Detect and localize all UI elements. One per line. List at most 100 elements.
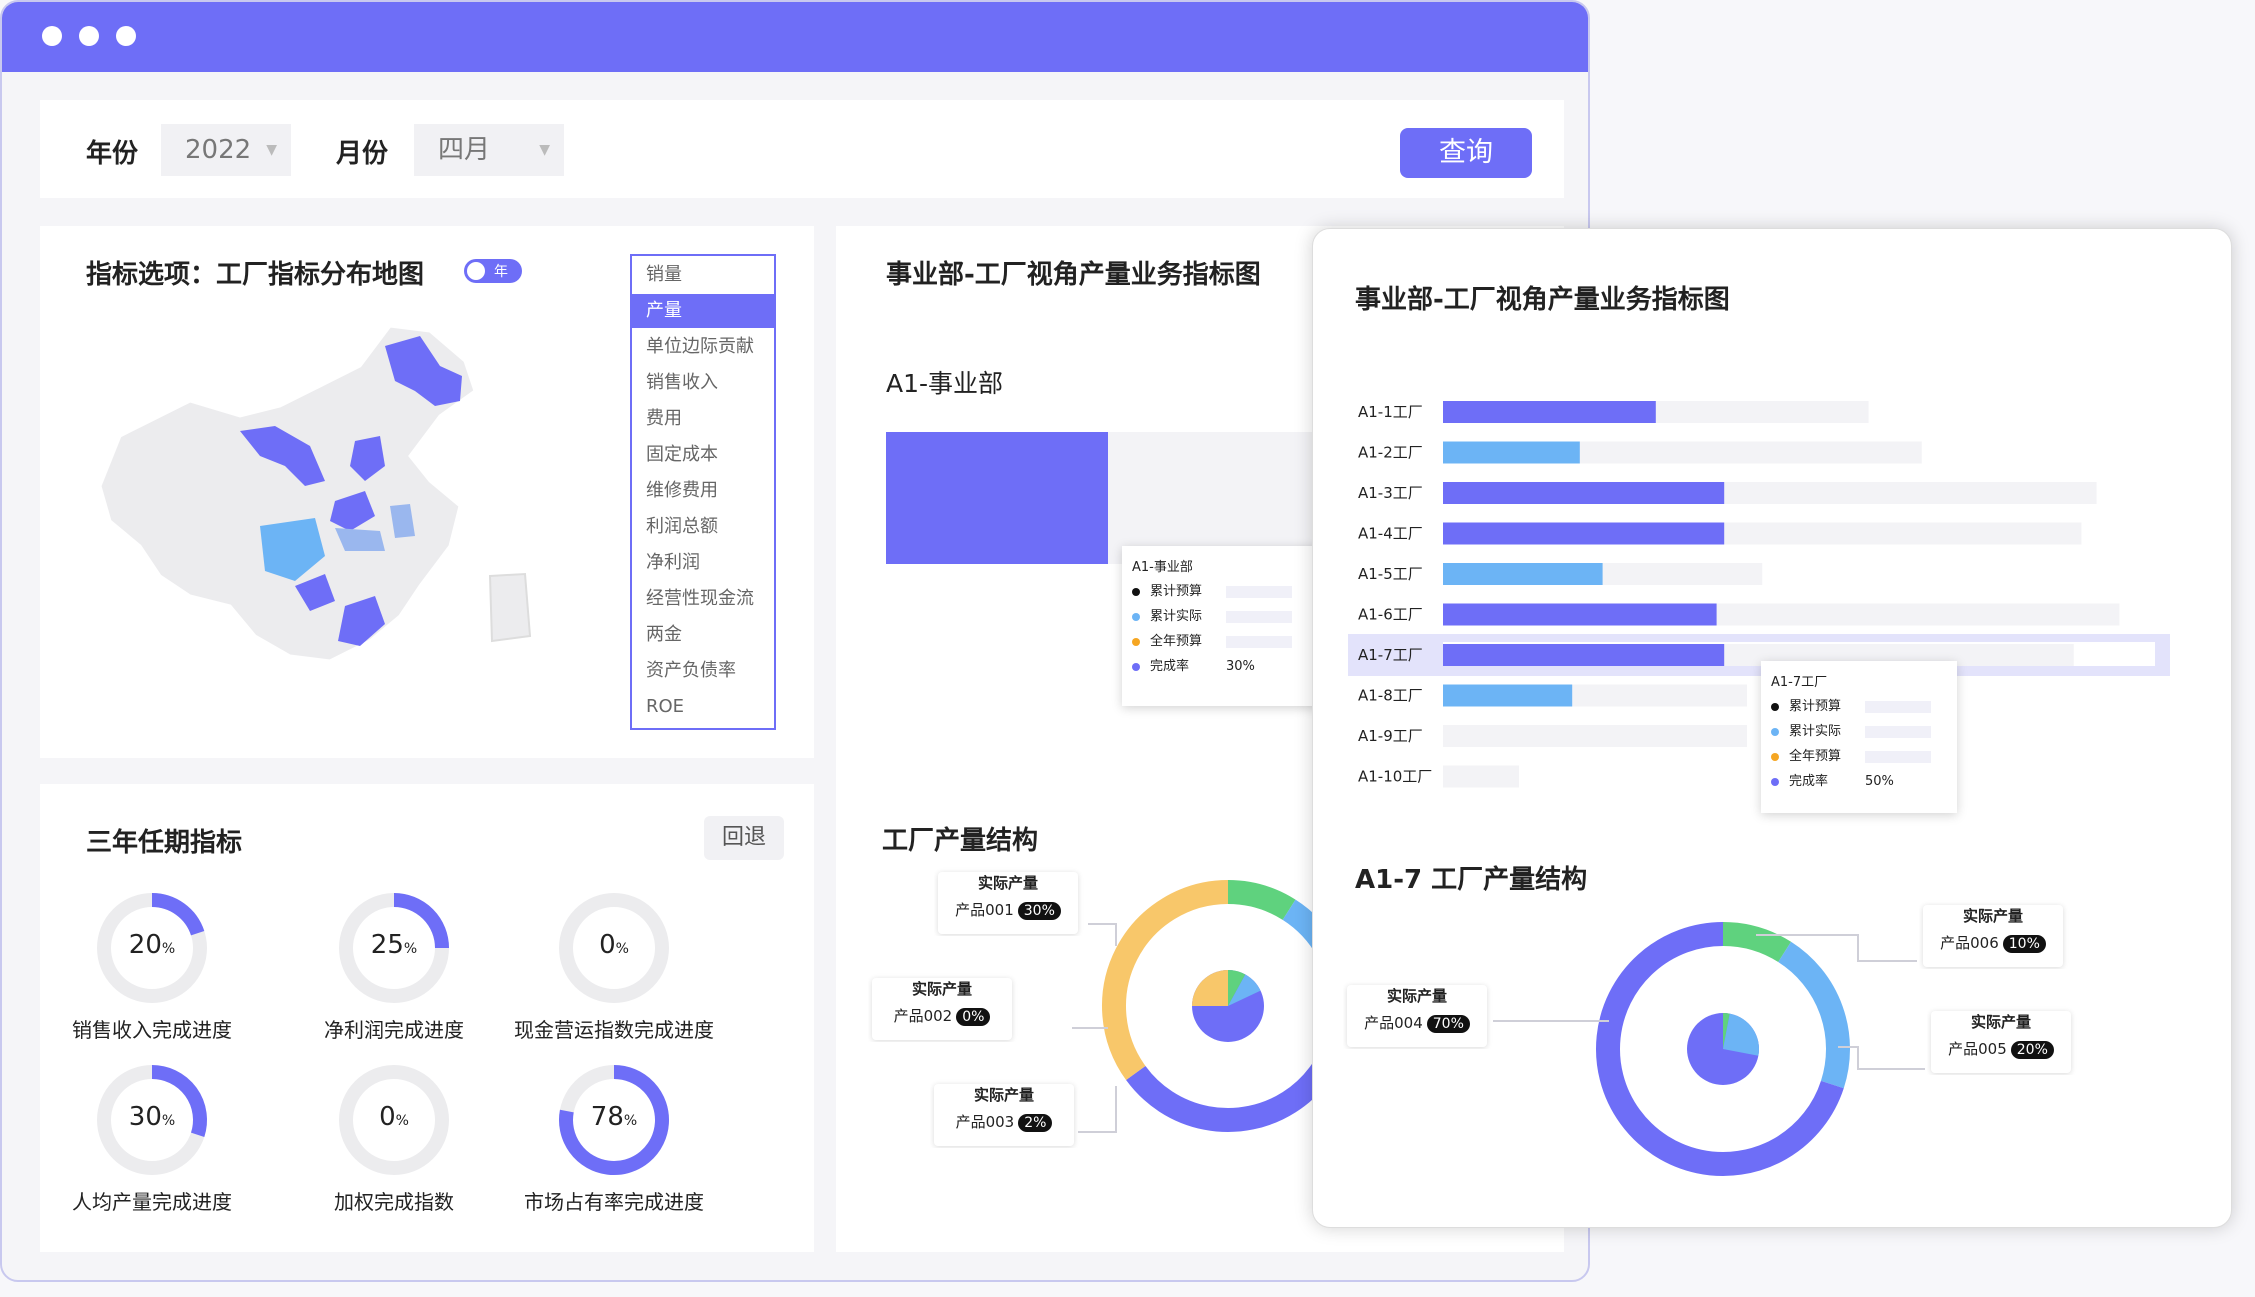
factory-tooltip: A1-7工厂 累计预算 累计实际 全年预算 完成率 50% xyxy=(1761,661,1957,813)
three-year-title: 三年任期指标 xyxy=(86,828,243,858)
structure-card-body: 实际产量 产品002 0% xyxy=(872,978,1012,1040)
structure-card-body: 实际产量 产品001 30% xyxy=(938,872,1078,934)
bar[interactable] xyxy=(1443,482,1725,504)
bar-category-label: A1-3工厂 xyxy=(1358,484,1423,502)
structure-card[interactable]: 实际产量产品002 0% xyxy=(868,972,1018,1042)
card-title: 实际产量 xyxy=(973,1086,1034,1104)
tooltip-row: 累计预算 xyxy=(1132,582,1202,602)
ring-label: 现金营运指数完成进度 xyxy=(514,1018,714,1042)
tooltip-bar xyxy=(1865,751,1931,763)
indicator-option[interactable]: 固定成本 xyxy=(632,438,774,472)
indicator-option[interactable]: 净利润 xyxy=(632,546,774,580)
tooltip-title: A1-7工厂 xyxy=(1771,675,1828,690)
ring-percent: 78% xyxy=(590,1102,638,1132)
ring-percent: 20% xyxy=(128,930,176,960)
structure-card[interactable]: 实际产量产品005 20% xyxy=(1927,1005,2077,1075)
indicator-option[interactable]: 维修费用 xyxy=(632,474,774,508)
structure-card-body: 实际产量产品006 10% xyxy=(1923,905,2063,967)
tooltip-bar xyxy=(1226,586,1292,598)
window-dot-3[interactable] xyxy=(116,26,136,46)
indicator-option[interactable]: 经营性现金流 xyxy=(632,582,774,616)
indicator-option[interactable]: 资产负债率 xyxy=(632,654,774,688)
card-badge: 30% xyxy=(1017,902,1061,920)
ring-label: 销售收入完成进度 xyxy=(72,1018,232,1042)
bar[interactable] xyxy=(1443,563,1603,585)
structure-card-body: 实际产量产品005 20% xyxy=(1931,1011,2071,1073)
query-button[interactable]: 查询 xyxy=(1400,128,1532,178)
ring-percent: 30% xyxy=(128,1102,176,1132)
card-title: 实际产量 xyxy=(1962,907,2023,925)
tooltip-row: 累计实际 xyxy=(1771,722,1841,742)
bar-category-label: A1-2工厂 xyxy=(1358,444,1423,462)
bar[interactable] xyxy=(1443,644,1725,666)
bar-category-label: A1-7工厂 xyxy=(1358,646,1423,664)
year-toggle[interactable]: 年 xyxy=(464,259,522,283)
division-bar[interactable] xyxy=(886,432,1108,564)
structure-card[interactable]: 实际产量产品003 2% xyxy=(930,1078,1080,1148)
card-badge: 20% xyxy=(2010,1041,2054,1059)
structure-card-body: 实际产量 产品004 70% xyxy=(1347,985,1487,1047)
bar[interactable] xyxy=(1443,522,1725,545)
card-badge: 70% xyxy=(1426,1015,1470,1033)
card-value: 产品005 20% xyxy=(1931,1038,2071,1059)
card-title: 实际产量 xyxy=(977,874,1038,892)
indicator-listbox[interactable]: 销量 产量 单位边际贡献 销售收入 费用 固定成本 维修费用 利润总额 净利润 … xyxy=(630,254,776,730)
business-panel-title: 事业部-工厂视角产量业务指标图 xyxy=(886,260,1261,290)
map-panel-title: 指标选项：工厂指标分布地图 xyxy=(86,260,425,290)
indicator-option[interactable]: 两金 xyxy=(632,618,774,652)
toggle-knob xyxy=(467,262,485,280)
structure-card[interactable]: 实际产量产品001 30% xyxy=(934,866,1084,936)
year-select-value: 2022 xyxy=(185,135,252,165)
structure-card[interactable]: 实际产量产品004 70% xyxy=(1343,979,1493,1049)
year-select[interactable]: 2022 ▼ xyxy=(161,124,291,176)
bar[interactable] xyxy=(1443,603,1717,626)
bar-category-label: A1-9工厂 xyxy=(1358,727,1423,745)
toggle-label: 年 xyxy=(494,264,508,280)
back-button[interactable]: 回退 xyxy=(704,816,784,860)
month-select[interactable]: 四月 ▼ xyxy=(414,124,564,176)
tooltip-value: 30% xyxy=(1226,659,1255,674)
window-dot-2[interactable] xyxy=(79,26,99,46)
tooltip-bar xyxy=(1226,636,1292,648)
bar-category-label: A1-6工厂 xyxy=(1358,606,1423,624)
indicator-option[interactable]: 单位边际贡献 xyxy=(632,330,774,364)
card-title: 实际产量 xyxy=(1970,1013,2031,1031)
map-inset-region xyxy=(488,572,532,643)
indicator-option[interactable]: ROE xyxy=(632,690,774,724)
structure-card[interactable]: 实际产量产品006 10% xyxy=(1919,899,2069,969)
ring-percent: 0% xyxy=(599,930,629,960)
structure-card-body: 实际产量 产品003 2% xyxy=(934,1084,1074,1146)
indicator-option[interactable]: 费用 xyxy=(632,402,774,436)
chevron-down-icon: ▼ xyxy=(266,142,277,158)
card-value: 产品002 0% xyxy=(872,1005,1012,1026)
detail-popup: 事业部-工厂视角产量业务指标图 A1-1工厂 A1-2工厂 A1-3工厂 A1-4工厂… xyxy=(1312,228,2232,1228)
card-badge: 0% xyxy=(956,1008,991,1026)
ring-progress xyxy=(151,893,205,936)
bar-category-label: A1-4工厂 xyxy=(1358,525,1423,543)
indicator-option[interactable]: 销量 xyxy=(632,258,774,292)
card-title: 实际产量 xyxy=(1386,987,1447,1005)
window-dot-1[interactable] xyxy=(42,26,62,46)
popup-structure-chart[interactable]: 实际产量产品004 70%实际产量产品006 10%实际产量产品005 20% xyxy=(1313,899,2231,1219)
donut-segment[interactable] xyxy=(1777,941,1850,1089)
bar[interactable] xyxy=(1443,684,1573,707)
card-badge: 2% xyxy=(1018,1114,1053,1132)
tooltip-title: A1-事业部 xyxy=(1132,560,1193,575)
indicator-option[interactable]: 利润总额 xyxy=(632,510,774,544)
leader-line xyxy=(1078,1086,1117,1133)
ring-label: 净利润完成进度 xyxy=(324,1018,464,1042)
tooltip-bar xyxy=(1865,701,1931,713)
tooltip-row: 完成率 xyxy=(1771,772,1828,792)
chevron-down-icon: ▼ xyxy=(539,142,550,158)
bar[interactable] xyxy=(1443,441,1580,464)
tooltip-row: 全年预算 xyxy=(1132,632,1202,652)
ring-label: 市场占有率完成进度 xyxy=(524,1190,704,1214)
card-value: 产品006 10% xyxy=(1923,932,2063,953)
indicator-option-selected[interactable]: 产量 xyxy=(632,294,774,328)
donut-segment[interactable] xyxy=(1722,922,1792,963)
indicator-option[interactable]: 销售收入 xyxy=(632,366,774,400)
bar-category-label: A1-10工厂 xyxy=(1358,768,1432,786)
china-map[interactable] xyxy=(80,306,600,726)
donut-segment[interactable] xyxy=(1227,880,1296,921)
bar[interactable] xyxy=(1443,401,1656,423)
